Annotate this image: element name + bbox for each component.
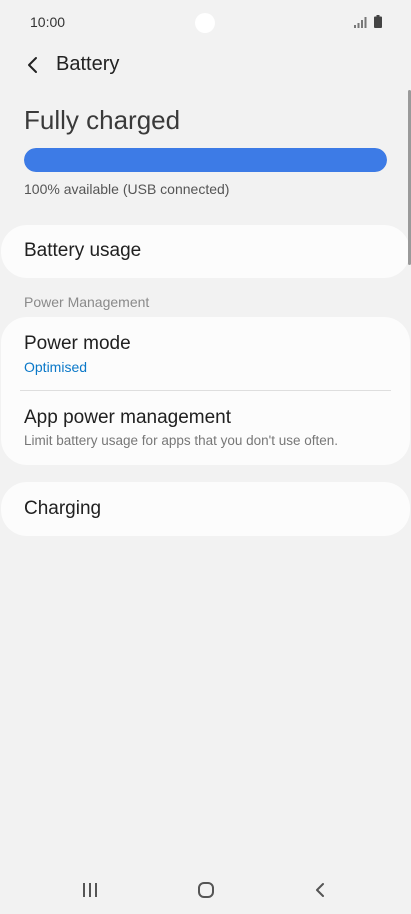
app-power-management-label: App power management xyxy=(24,407,232,428)
status-time: 10:00 xyxy=(30,14,66,30)
navigation-bar xyxy=(0,864,411,914)
charge-state-heading: Fully charged xyxy=(24,105,181,135)
power-mode-item[interactable]: Power mode Optimised xyxy=(1,317,410,390)
charging-label: Charging xyxy=(24,498,102,519)
battery-usage-item[interactable]: Battery usage xyxy=(1,225,410,278)
power-mode-label: Power mode xyxy=(24,333,131,354)
app-bar: Battery xyxy=(0,46,411,84)
signal-icon xyxy=(354,17,367,28)
power-mode-value: Optimised xyxy=(24,359,88,375)
nav-back-button[interactable] xyxy=(300,876,340,904)
recents-icon xyxy=(83,883,97,897)
chevron-left-icon xyxy=(28,57,37,73)
charging-item[interactable]: Charging xyxy=(1,482,410,536)
app-power-management-item[interactable]: App power management Limit battery usage… xyxy=(1,391,410,465)
back-icon xyxy=(316,883,324,897)
page-title: Battery xyxy=(56,53,120,75)
battery-level-fill xyxy=(24,148,387,172)
home-button[interactable] xyxy=(186,876,226,904)
battery-icon xyxy=(374,15,382,28)
status-bar: 10:00 xyxy=(0,0,411,46)
charge-status-text: 100% available (USB connected) xyxy=(24,181,230,197)
app-power-management-description: Limit battery usage for apps that you do… xyxy=(24,433,339,448)
section-header-power-management: Power Management xyxy=(24,294,150,310)
home-icon xyxy=(198,882,214,898)
recents-button[interactable] xyxy=(70,876,110,904)
battery-level-bar xyxy=(24,148,387,172)
camera-cutout xyxy=(195,13,215,33)
back-button[interactable] xyxy=(18,50,46,80)
power-management-group: Power mode Optimised App power managemen… xyxy=(1,317,410,465)
battery-usage-label: Battery usage xyxy=(24,240,142,261)
